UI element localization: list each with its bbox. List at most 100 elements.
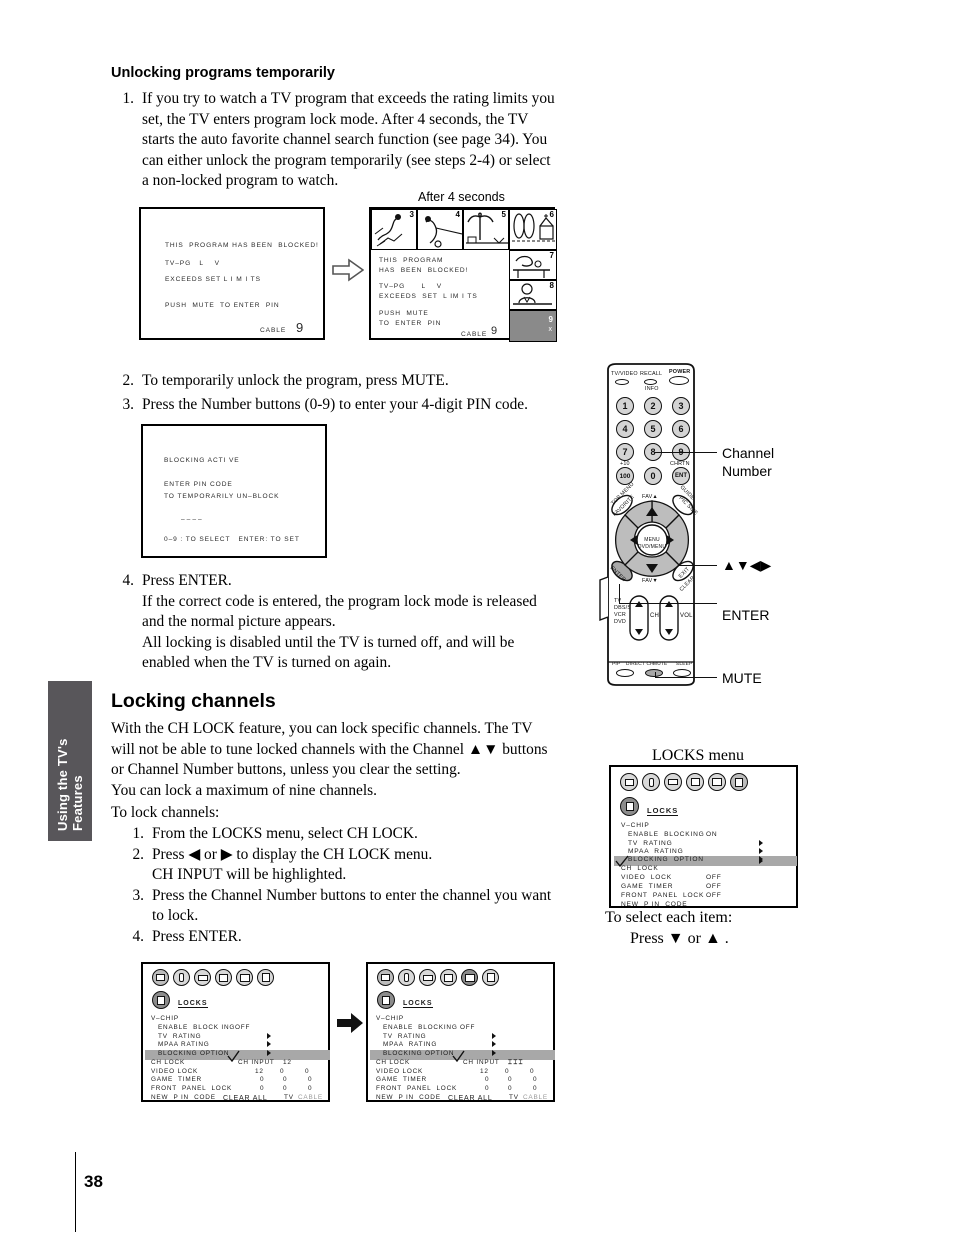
menu-b-icon-channel[interactable]	[461, 969, 478, 986]
locks-row-3-label[interactable]: MPAA RATING	[628, 848, 684, 855]
locks-row-6-value: OFF	[706, 874, 722, 881]
remote-key-0[interactable]: 0	[644, 467, 662, 485]
step-4-marker: 4.	[122, 572, 134, 589]
menu-a-row-2-label[interactable]: TV RATING	[158, 1033, 201, 1040]
menu-a-icon-locks[interactable]	[257, 969, 274, 986]
menu-a-icon-picture[interactable]	[152, 969, 169, 986]
remote-key-2[interactable]: 2	[644, 397, 662, 415]
lock-step-1-marker: 1.	[132, 825, 144, 842]
menu-icon-setup[interactable]	[686, 773, 704, 791]
menu-a-cable-label[interactable]: CABLE	[298, 1094, 323, 1101]
guide-thumb-8: 8	[509, 280, 557, 310]
remote-key-4[interactable]: 4	[616, 420, 634, 438]
menu-b-row-1-value: OFF	[460, 1024, 476, 1031]
remote-key-7[interactable]: 7	[616, 443, 634, 461]
menu-a-grid-0-0: 12	[255, 1068, 264, 1075]
menu-b-grid-1-0: 0	[485, 1076, 490, 1083]
locks-row-8-value: OFF	[706, 892, 722, 899]
menu-a-grid-1-0: 0	[260, 1076, 265, 1083]
menu-b-row-5-label[interactable]: CH LOCK	[376, 1059, 410, 1066]
osd-blocked-line3: EXCEEDS SET L I M I TS	[165, 276, 261, 283]
menu-icon-picture[interactable]	[620, 773, 638, 791]
menu-a-grid-2-1: 0	[283, 1085, 288, 1092]
menu-icon-row	[620, 773, 748, 791]
menu-b-row-7-label[interactable]: GAME TIMER	[376, 1076, 427, 1083]
locks-row-9-label[interactable]: NEW P IN CODE	[621, 901, 687, 908]
lock-step-1-text: From the LOCKS menu, select CH LOCK.	[152, 825, 418, 842]
menu-b-icon-video-input[interactable]	[419, 969, 436, 986]
remote-sleep-button[interactable]	[673, 669, 691, 677]
remote-key-1[interactable]: 1	[616, 397, 634, 415]
menu-a-icon-audio[interactable]	[173, 969, 190, 986]
menu-b-selected-icon-locks	[377, 991, 395, 1009]
menu-a-icon-channel[interactable]	[236, 969, 253, 986]
remote-key-ent[interactable]: ENT	[672, 467, 690, 485]
menu-a-row-4-label[interactable]: BLOCKING OPTION	[158, 1050, 229, 1057]
menu-a-grid-0-2: 0	[305, 1068, 310, 1075]
remote-key-3[interactable]: 3	[672, 397, 690, 415]
lock-step-2-text: Press ◀ or ▶ to display the CH LOCK menu…	[152, 845, 433, 863]
menu-icon-video-input[interactable]	[664, 773, 682, 791]
menu-b-row-6-label[interactable]: VIDEO LOCK	[376, 1068, 423, 1075]
locks-row-8-label[interactable]: FRONT PANEL LOCK	[621, 892, 704, 899]
remote-power-button[interactable]	[669, 376, 689, 385]
osd-blocked-channel: 9	[296, 320, 304, 335]
menu-a-icon-video-input[interactable]	[194, 969, 211, 986]
lock-step-1: 1. From the LOCKS menu, select CH LOCK.	[121, 824, 561, 845]
menu-a-clear-all[interactable]: CLEAR ALL	[223, 1095, 268, 1102]
menu-icon-channel[interactable]	[708, 773, 726, 791]
menu-a-row-8-label[interactable]: FRONT PANEL LOCK	[151, 1085, 232, 1092]
guide-thumb-7: 7	[509, 250, 557, 280]
menu-b-row-4-label[interactable]: BLOCKING OPTION	[383, 1050, 454, 1057]
menu-a-icon-setup[interactable]	[215, 969, 232, 986]
leader-enter-riser	[619, 584, 620, 604]
menu-a-row-5-label[interactable]: CH LOCK	[151, 1059, 185, 1066]
guide-thumb-9-number: 9	[548, 315, 553, 324]
guide-thumb-5: 5	[463, 209, 509, 250]
menu-b-row-2-label[interactable]: TV RATING	[383, 1033, 426, 1040]
locks-row-5-label[interactable]: CH LOCK	[621, 865, 659, 872]
remote-key-5[interactable]: 5	[644, 420, 662, 438]
menu-icon-locks[interactable]	[730, 773, 748, 791]
osd-blocked-line2: TV–PG L V	[165, 260, 220, 267]
locks-row-4-label[interactable]: BLOCKING OPTION	[628, 856, 704, 863]
menu-b-row-9-label[interactable]: NEW P IN CODE	[376, 1094, 441, 1101]
menu-b-tv-label[interactable]: TV	[509, 1094, 519, 1101]
menu-a-row-4-arrow-icon	[267, 1050, 271, 1056]
menu-b-row-8-label[interactable]: FRONT PANEL LOCK	[376, 1085, 457, 1092]
remote-tv-video-button[interactable]	[615, 379, 629, 385]
remote-pip-button[interactable]	[616, 669, 634, 677]
locks-row-6-label[interactable]: VIDEO LOCK	[621, 874, 672, 881]
locks-row-2-label[interactable]: TV RATING	[628, 840, 673, 847]
menu-a-selected-icon-locks	[152, 991, 170, 1009]
menu-icon-audio[interactable]	[642, 773, 660, 791]
menu-b-clear-all[interactable]: CLEAR ALL	[448, 1095, 493, 1102]
menu-a-row-6-label[interactable]: VIDEO LOCK	[151, 1068, 198, 1075]
locks-row-7-label[interactable]: GAME TIMER	[621, 883, 673, 890]
osd-pin-line5: 0–9 : TO SELECT ENTER: TO SET	[164, 536, 300, 543]
menu-a-row-9-label[interactable]: NEW P IN CODE	[151, 1094, 216, 1101]
menu-a-tv-label[interactable]: TV	[284, 1094, 294, 1101]
menu-a-row-7-label[interactable]: GAME TIMER	[151, 1076, 202, 1083]
menu-b-icon-row	[377, 969, 499, 986]
menu-b-icon-audio[interactable]	[398, 969, 415, 986]
menu-b-row-0-label: V–CHIP	[376, 1015, 404, 1022]
menu-b-icon-setup[interactable]	[440, 969, 457, 986]
menu-b-icon-picture[interactable]	[377, 969, 394, 986]
step-2-text: To temporarily unlock the program, press…	[142, 372, 449, 389]
step-4-sub1: If the correct code is entered, the prog…	[142, 592, 537, 631]
menu-b-icon-locks[interactable]	[482, 969, 499, 986]
guide-thumb-3: 3	[371, 209, 417, 250]
menu-b-cable-label[interactable]: CABLE	[523, 1094, 548, 1101]
step-1-text: If you try to watch a TV program that ex…	[142, 90, 555, 190]
remote-key-6[interactable]: 6	[672, 420, 690, 438]
menu-a-row-3-label[interactable]: MPAA RATING	[158, 1041, 210, 1048]
locks-row-7-value: OFF	[706, 883, 722, 890]
remote-label-recall: RECALL	[640, 371, 663, 377]
menu-b-row-3-label[interactable]: MPAA RATING	[383, 1041, 437, 1048]
heading-unlocking-programs: Unlocking programs temporarily	[111, 65, 335, 81]
remote-mute-button[interactable]	[645, 669, 663, 677]
osd-blocked-line4: PUSH MUTE TO ENTER PIN	[165, 302, 280, 309]
lock-step-2-line2: CH INPUT will be highlighted.	[152, 866, 347, 884]
remote-recall-button[interactable]	[644, 379, 657, 385]
